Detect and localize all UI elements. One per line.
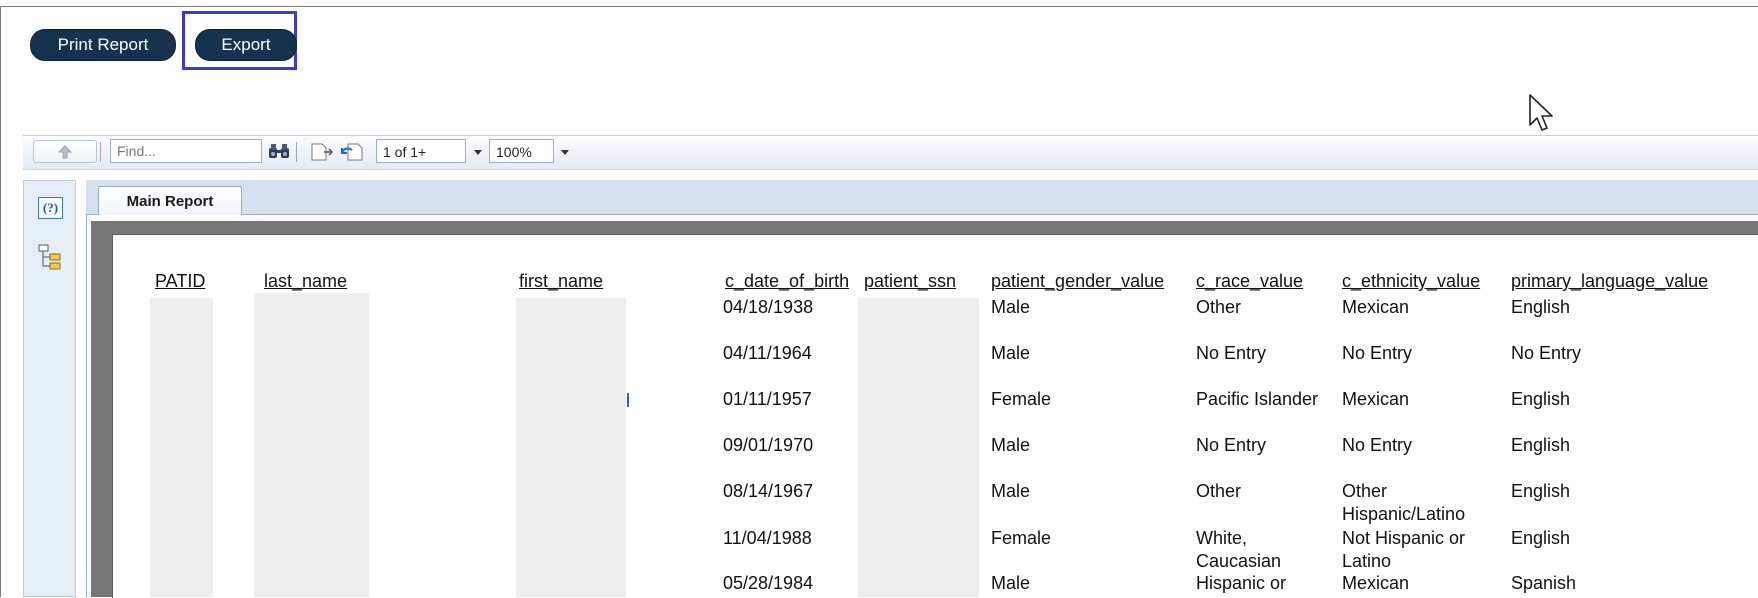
redacted-last-name-column: [254, 293, 369, 597]
cell-ethnicity: No Entry: [1342, 343, 1413, 363]
text-mark: [627, 393, 629, 407]
cell-dob: 11/04/1988: [723, 528, 812, 548]
mouse-cursor-icon: [1528, 93, 1554, 138]
cell-language: Spanish: [1511, 573, 1577, 593]
cell-ethnicity: Mexican: [1342, 389, 1410, 409]
window-border-top: [0, 6, 1758, 7]
cell-ethnicity: Mexican: [1342, 573, 1410, 593]
cell-dob: 08/14/1967: [723, 481, 814, 501]
cell-dob: 05/28/1984: [723, 573, 814, 593]
header-primary-language: primary_language_value: [1511, 271, 1709, 291]
tab-strip: [86, 180, 1758, 215]
find-input[interactable]: [110, 139, 262, 163]
header-race: c_race_value: [1196, 271, 1304, 291]
redacted-ssn-column: [858, 298, 979, 597]
cell-language: English: [1511, 297, 1571, 317]
cell-ethnicity-line2: Latino: [1342, 551, 1392, 571]
toolbar-separator: [100, 142, 101, 162]
cell-language: English: [1511, 435, 1571, 455]
page-number-field[interactable]: 1 of 1+: [376, 139, 466, 163]
binoculars-icon[interactable]: [268, 142, 290, 165]
cell-ethnicity: Other: [1342, 481, 1388, 501]
cell-race-line2: Caucasian: [1196, 551, 1282, 571]
redacted-first-name-column: [516, 298, 626, 597]
group-tree-icon[interactable]: [38, 244, 62, 275]
cell-dob: 04/18/1938: [723, 297, 814, 317]
cell-race: No Entry: [1196, 343, 1267, 363]
export-button[interactable]: Export: [195, 29, 297, 61]
cell-gender: Female: [991, 389, 1052, 409]
redacted-patid-column: [150, 298, 213, 597]
cell-gender: Female: [991, 528, 1052, 548]
cell-ethnicity-line2: Hispanic/Latino: [1342, 504, 1466, 524]
print-report-button[interactable]: Print Report: [30, 29, 176, 61]
cell-gender: Male: [991, 573, 1031, 593]
cell-dob: 01/11/1957: [723, 389, 812, 409]
toolbar-separator: [296, 142, 297, 162]
cell-ethnicity: Mexican: [1342, 297, 1410, 317]
page-dropdown-arrow-icon[interactable]: [474, 150, 482, 155]
cell-dob: 04/11/1964: [723, 343, 812, 363]
cell-race: Hispanic or: [1196, 573, 1287, 593]
cell-dob: 09/01/1970: [723, 435, 814, 455]
header-date-of-birth: c_date_of_birth: [725, 271, 850, 291]
header-first-name: first_name: [519, 271, 604, 291]
cell-language: English: [1511, 528, 1571, 548]
cell-gender: Male: [991, 343, 1031, 363]
page-back-icon[interactable]: [340, 142, 364, 167]
zoom-field[interactable]: 100%: [489, 139, 554, 163]
cell-ethnicity: Not Hispanic or: [1342, 528, 1466, 548]
header-last-name: last_name: [264, 271, 348, 291]
up-arrow-button[interactable]: [33, 140, 97, 163]
window-border-left: [0, 6, 1, 597]
page-next-icon[interactable]: [310, 142, 334, 167]
cell-race: No Entry: [1196, 435, 1267, 455]
cell-ethnicity: No Entry: [1342, 435, 1413, 455]
side-panel: [23, 180, 76, 597]
cell-gender: Male: [991, 435, 1031, 455]
cell-gender: Male: [991, 481, 1031, 501]
cell-race: White,: [1196, 528, 1248, 548]
cell-language: English: [1511, 481, 1571, 501]
header-ethnicity: c_ethnicity_value: [1342, 271, 1481, 291]
zoom-dropdown-arrow-icon[interactable]: [561, 150, 569, 155]
tab-main-report[interactable]: Main Report: [98, 186, 242, 215]
header-patient-ssn: patient_ssn: [864, 271, 957, 291]
help-icon[interactable]: (?): [38, 197, 63, 219]
cell-race: Other: [1196, 481, 1242, 501]
cell-race: Other: [1196, 297, 1242, 317]
header-gender: patient_gender_value: [991, 271, 1165, 291]
header-patid: PATID: [155, 271, 206, 291]
cell-gender: Male: [991, 297, 1031, 317]
cell-language: English: [1511, 389, 1571, 409]
up-arrow-icon: [57, 145, 73, 159]
cell-language: No Entry: [1511, 343, 1582, 363]
cell-race: Pacific Islander: [1196, 389, 1319, 409]
